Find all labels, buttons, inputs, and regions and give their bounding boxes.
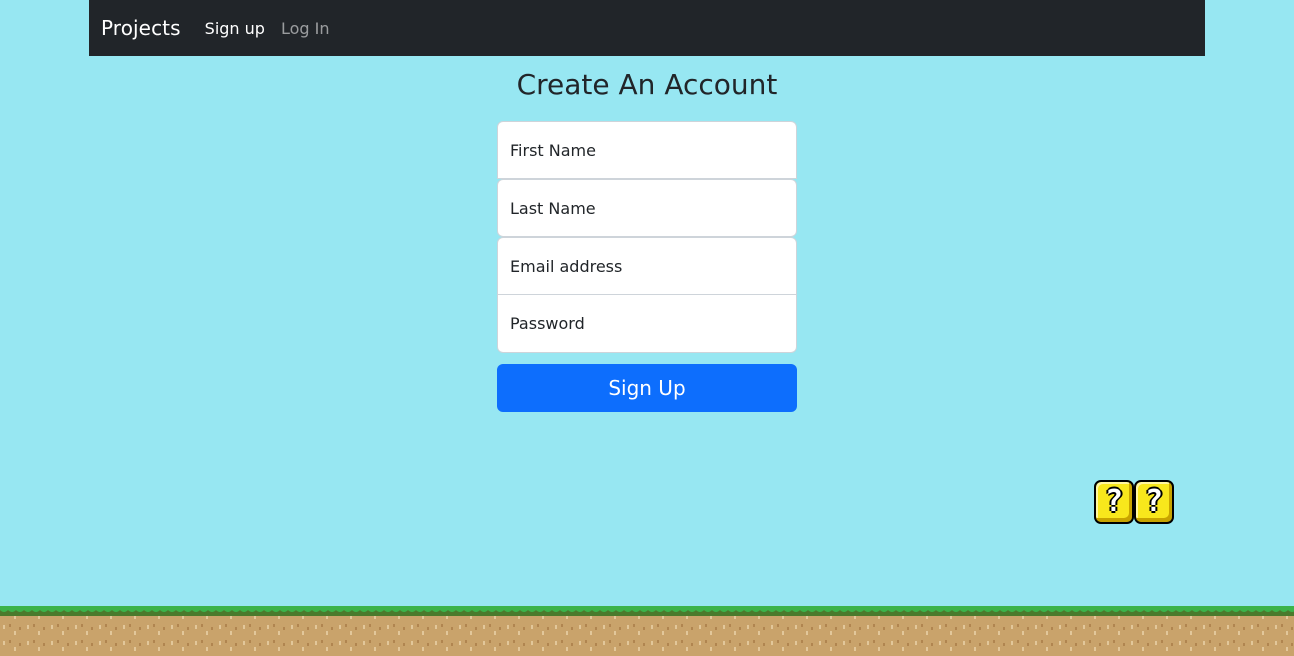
first-name-field[interactable] <box>497 121 797 179</box>
last-name-field[interactable] <box>497 179 797 237</box>
email-field[interactable] <box>497 237 797 295</box>
question-block-icon: ? <box>1094 480 1134 524</box>
nav-link-log-in[interactable]: Log In <box>281 19 330 38</box>
signup-form: Sign Up <box>497 121 797 412</box>
brand-link[interactable]: Projects <box>101 16 181 40</box>
sign-up-button[interactable]: Sign Up <box>497 364 797 412</box>
navbar: Projects Sign up Log In <box>89 0 1205 56</box>
page-title: Create An Account <box>516 68 778 101</box>
question-block-icon: ? <box>1134 480 1174 524</box>
ground-decoration <box>0 606 1294 656</box>
password-field[interactable] <box>497 295 797 353</box>
nav-link-sign-up[interactable]: Sign up <box>205 19 265 38</box>
